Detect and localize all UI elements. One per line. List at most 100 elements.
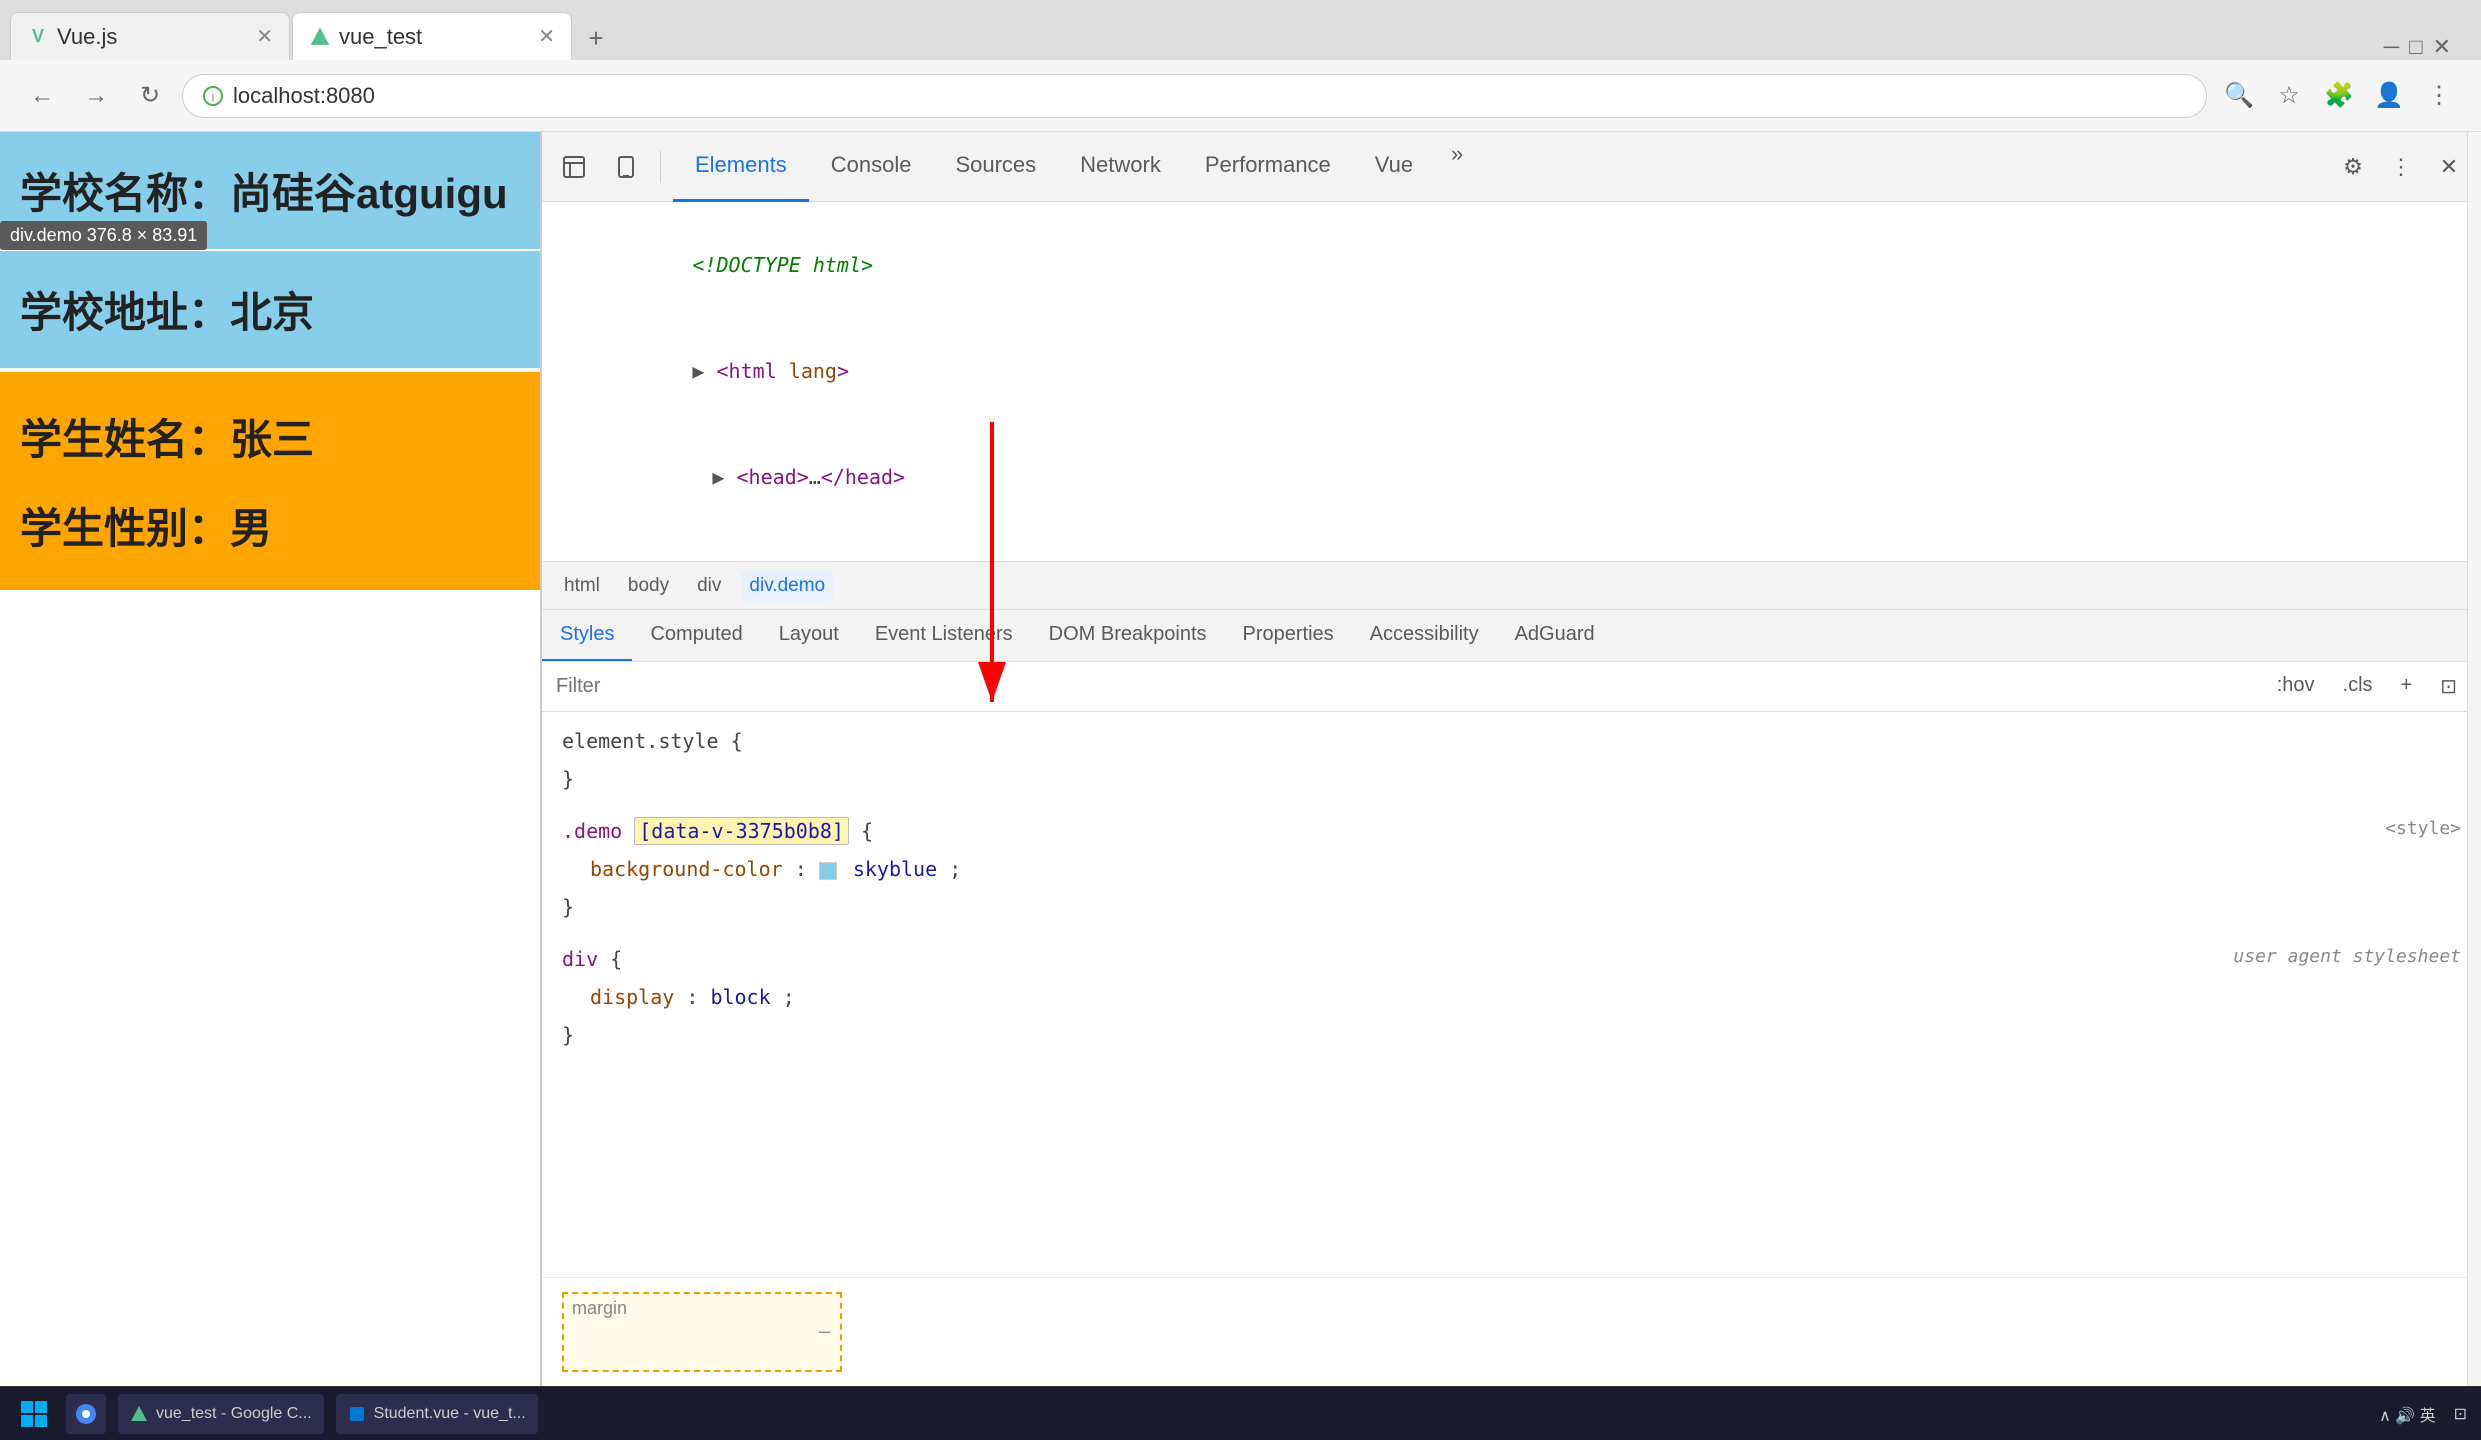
tab-vuejs-close[interactable]: ✕ [256,24,273,49]
close-window-button[interactable]: ✕ [2433,34,2451,60]
more-button[interactable]: ⋮ [2417,74,2461,118]
taskbar-chrome-button[interactable] [66,1394,106,1434]
filter-input[interactable] [556,669,2255,705]
inspect-element-button[interactable] [552,145,596,189]
tab-vuejs[interactable]: V Vue.js ✕ [10,12,290,60]
more-tabs-button[interactable]: » [1435,132,1479,176]
box-margin-label: margin [572,1298,627,1319]
school-addr-text: 学校地址：北京 [20,279,520,340]
styles-tab-layout[interactable]: Layout [761,610,857,662]
tab-vue-test[interactable]: vue_test ✕ [292,12,572,60]
demo-css-rule: .demo [data-v-3375b0b8] { <style> backgr… [562,812,2461,926]
demo-attr-highlight: [data-v-3375b0b8] [634,817,849,845]
profile-button[interactable]: 👤 [2367,74,2411,118]
box-model-container: margin – [562,1292,842,1372]
maximize-button[interactable]: □ [2409,34,2422,60]
element-tooltip: div.demo 376.8 × 83.91 [0,221,207,250]
vuejs-favicon: V [27,26,49,48]
add-style-rule-button[interactable]: + [2391,670,2423,703]
div-rule-close: } [562,1016,2461,1054]
styles-tab-accessibility[interactable]: Accessibility [1352,610,1497,662]
dom-panel: <!DOCTYPE html> ▶ <html lang> ▶ <head>…<… [542,202,2481,562]
demo-rule-selector-line: .demo [data-v-3375b0b8] { <style> [562,812,2461,850]
user-agent-label: user agent stylesheet [2233,940,2461,974]
taskbar-vscode-button[interactable]: Student.vue - vue_t... [336,1394,538,1434]
html-triangle[interactable]: ▶ [692,359,716,383]
devtools-toolbar: Elements Console Sources Network Perform… [542,132,2481,202]
main-area: 学校名称：尚硅谷atguigu div.demo 376.8 × 83.91 学… [0,132,2481,1386]
styles-tab-styles[interactable]: Styles [542,610,632,662]
back-button[interactable]: ← [20,74,64,118]
minimize-button[interactable]: ─ [2384,34,2400,60]
bookmark-star-button[interactable]: ☆ [2267,74,2311,118]
hover-filter-button[interactable]: :hov [2267,670,2325,703]
devtools-settings: ⚙ ⋮ ✕ [2331,145,2471,189]
breadcrumb-bar: html body div div.demo [542,562,2481,610]
tab-performance[interactable]: Performance [1183,132,1353,202]
cls-filter-button[interactable]: .cls [2333,670,2383,703]
devtools-menu-button[interactable]: ⋮ [2379,145,2423,189]
styles-tab-dom-breakpoints[interactable]: DOM Breakpoints [1031,610,1225,662]
address-bar[interactable]: i localhost:8080 [182,74,2207,118]
start-button[interactable] [14,1394,54,1434]
breadcrumb-body[interactable]: body [620,571,677,601]
devtools-close-button[interactable]: ✕ [2427,145,2471,189]
tab-vue-test-close[interactable]: ✕ [538,24,555,49]
dom-head-line[interactable]: ▶ <head>…</head> [542,424,2481,530]
tab-sources[interactable]: Sources [933,132,1058,202]
school-name-text: 学校名称：尚硅谷atguigu [20,160,520,221]
styles-tab-adguard[interactable]: AdGuard [1497,610,1613,662]
tab-console[interactable]: Console [809,132,934,202]
browser-window: V Vue.js ✕ vue_test ✕ + ─ □ ✕ ← → ↻ i lo… [0,0,2481,1440]
extension-button[interactable]: 🧩 [2317,74,2361,118]
tab-elements[interactable]: Elements [673,132,809,202]
element-style-selector: element.style { [562,722,2461,760]
styles-tabs-bar: Styles Computed Layout Event Listeners D… [542,610,2481,662]
div-css-rule: div { user agent stylesheet display : bl… [562,940,2461,1054]
box-model-row: margin – [562,1292,2461,1372]
element-style-close: } [562,760,2461,798]
forward-button[interactable]: → [74,74,118,118]
refresh-button[interactable]: ↻ [128,74,172,118]
vue-test-favicon [309,26,331,48]
devtools-settings-button[interactable]: ⚙ [2331,145,2375,189]
taskbar-tray: ∧ 🔊 英 ⊡ [2379,1402,2467,1426]
filter-buttons: :hov .cls + ⊡ [2267,670,2467,703]
tab-vue-test-title: vue_test [339,24,530,50]
devtools-tabs: Elements Console Sources Network Perform… [673,132,2323,202]
css-panel: element.style { } .demo [data-v-3375b0b8… [542,712,2481,1277]
nav-icons: 🔍 ☆ 🧩 👤 ⋮ [2217,74,2461,118]
demo-rule-source: <style> [2385,812,2461,846]
demo-rule-close: } [562,888,2461,926]
devtools-panel: Elements Console Sources Network Perform… [540,132,2481,1386]
device-toolbar-button[interactable] [604,145,648,189]
div-rule-properties: display : block ; [562,978,2461,1016]
css-panel-scrollbar[interactable] [2467,712,2481,1277]
box-model-section: margin – [542,1277,2481,1386]
div-rule-selector-line: div { user agent stylesheet [562,940,2461,978]
styles-tab-event-listeners[interactable]: Event Listeners [857,610,1031,662]
tab-network[interactable]: Network [1058,132,1183,202]
svg-text:i: i [212,90,215,104]
new-tab-button[interactable]: + [574,16,618,60]
styles-tab-properties[interactable]: Properties [1225,610,1352,662]
dom-body-line[interactable]: ▼ <body> [542,530,2481,562]
breadcrumb-html[interactable]: html [556,571,608,601]
tab-vue[interactable]: Vue [1353,132,1435,202]
dom-doctype-line: <!DOCTYPE html> [542,212,2481,318]
dom-html-line: ▶ <html lang> [542,318,2481,424]
taskbar: vue_test - Google C... Student.vue - vue… [0,1386,2481,1440]
styles-tab-computed[interactable]: Computed [632,610,760,662]
page-content: 学校名称：尚硅谷atguigu div.demo 376.8 × 83.91 学… [0,132,540,1386]
element-style-rule: element.style { } [562,722,2461,798]
breadcrumb-divdemo[interactable]: div.demo [741,571,833,601]
tab-vuejs-title: Vue.js [57,24,248,50]
zoom-button[interactable]: 🔍 [2217,74,2261,118]
tray-time: ⊡ [2454,1404,2467,1424]
taskbar-vuetest-label: vue_test - Google C... [156,1405,312,1423]
breadcrumb-div[interactable]: div [689,571,729,601]
toggle-sidebar-button[interactable]: ⊡ [2430,670,2467,703]
student-section: 学生姓名：张三 学生性别：男 [0,372,540,590]
head-triangle[interactable]: ▶ [712,465,736,489]
taskbar-vuetest-button[interactable]: vue_test - Google C... [118,1394,324,1434]
